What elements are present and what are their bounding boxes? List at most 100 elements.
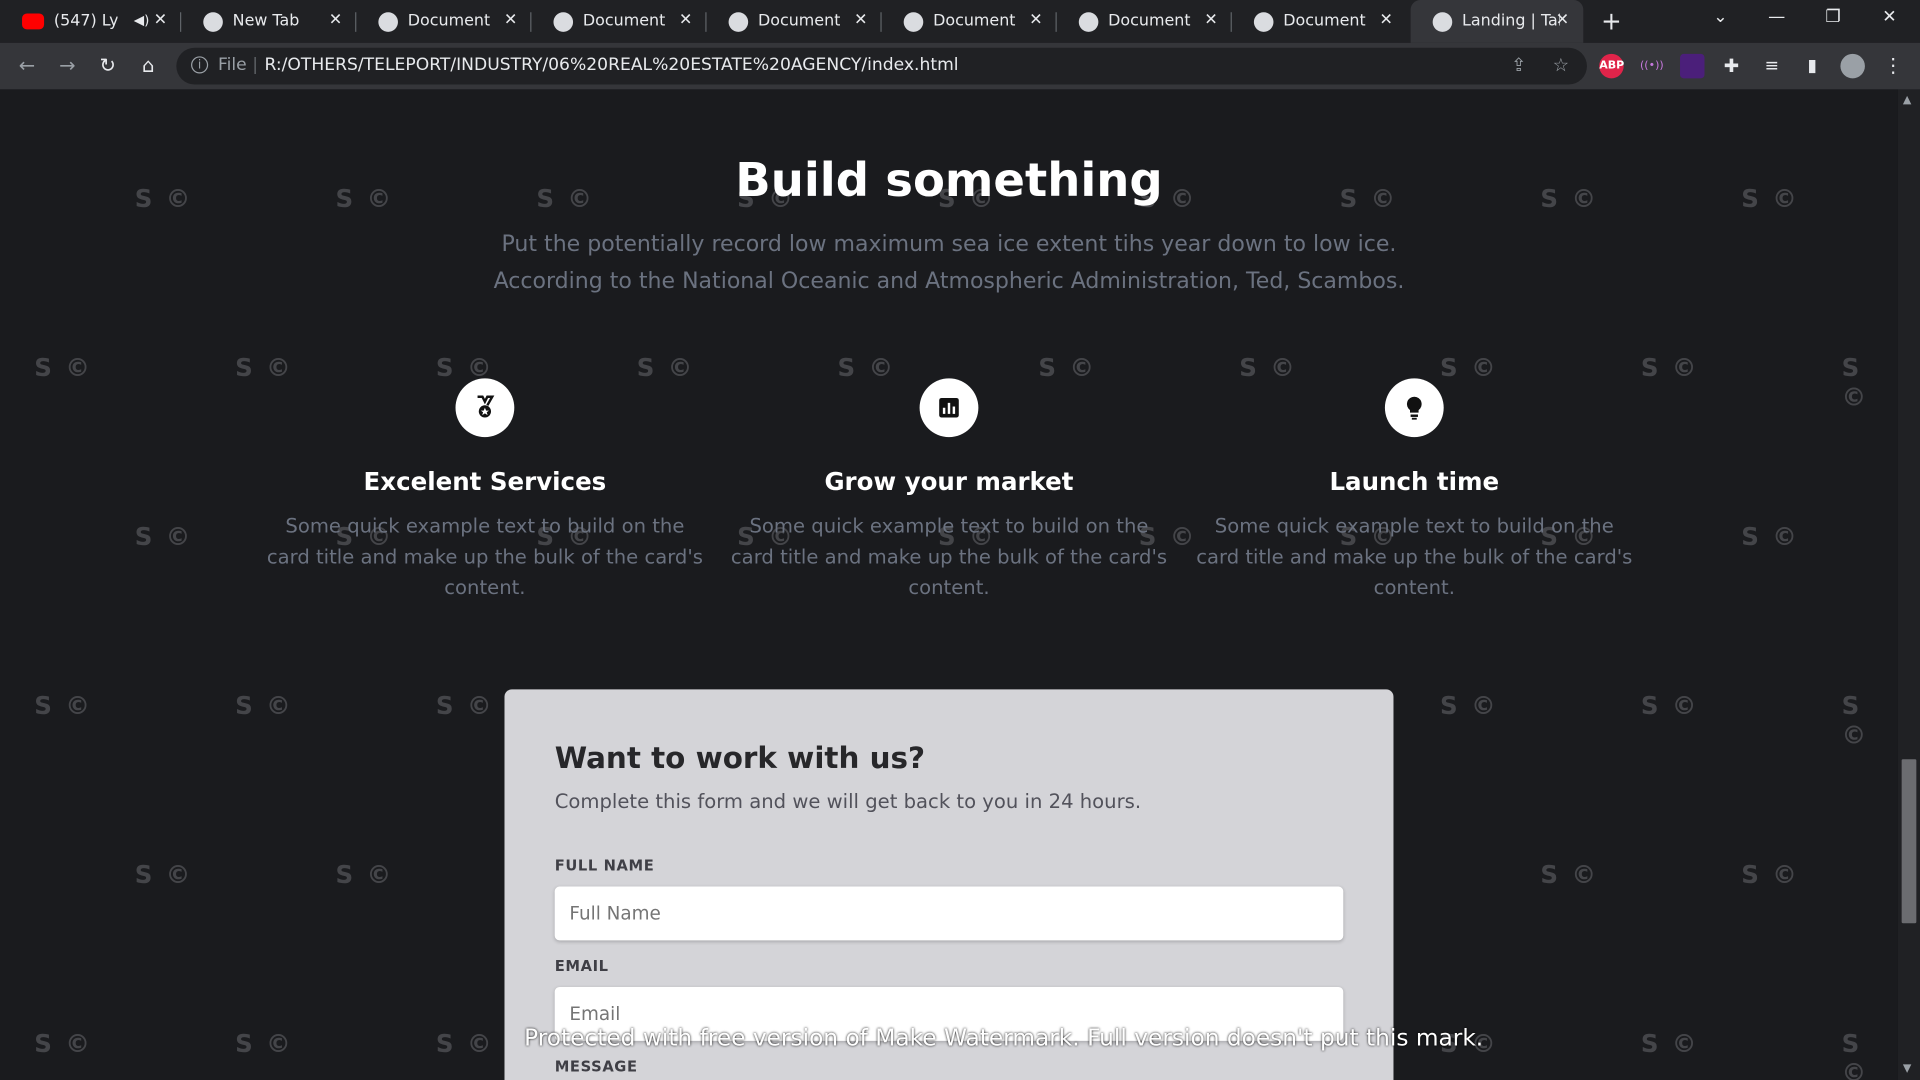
tab-title: Document <box>582 12 666 31</box>
watermark-tile: S © <box>435 690 494 721</box>
tab-title: Document <box>1108 12 1191 31</box>
home-button[interactable]: ⌂ <box>135 53 162 80</box>
full-name-label: FULL NAME <box>554 857 655 875</box>
watermark-tile: S © <box>134 859 193 889</box>
tab-document-3[interactable]: Document ✕ <box>707 0 882 43</box>
page-scrollbar[interactable]: ▲ ▼ <box>1897 89 1920 1080</box>
message-label: MESSAGE <box>554 1057 638 1076</box>
watermark-tile: S © <box>34 352 93 383</box>
tab-landing-active[interactable]: Landing | Tailw ✕ <box>1410 0 1584 43</box>
new-tab-button[interactable]: + <box>1598 7 1625 34</box>
scrollbar-thumb[interactable] <box>1901 759 1917 924</box>
tab-search-icon[interactable]: ⌄ <box>1702 7 1739 27</box>
forward-button[interactable]: → <box>54 53 81 80</box>
globe-icon <box>728 11 749 32</box>
watermark-tile: S © <box>335 859 394 889</box>
close-icon[interactable]: ✕ <box>1202 12 1219 29</box>
tab-title: Document <box>1283 12 1366 31</box>
feature-card-launch: Launch time Some quick example text to b… <box>1194 378 1635 602</box>
contact-form-card: Want to work with us? Complete this form… <box>504 689 1394 1080</box>
address-divider: | <box>252 55 259 75</box>
watermark-tile: S © <box>1741 859 1800 889</box>
form-lead: Complete this form and we will get back … <box>554 789 1142 814</box>
form-title: Want to work with us? <box>554 740 926 776</box>
close-icon[interactable]: ✕ <box>1027 12 1044 29</box>
bookmark-star-icon[interactable]: ☆ <box>1553 54 1569 76</box>
feature-title: Grow your market <box>824 466 1074 496</box>
close-icon[interactable]: ✕ <box>327 12 344 29</box>
tab-title: (547) Lyric <box>53 12 118 31</box>
feature-card-market: Grow your market Some quick example text… <box>729 378 1170 602</box>
tab-strip: (547) Lyric ◀︎) ✕ New Tab ✕ Document ✕ D… <box>0 0 1920 43</box>
globe-icon <box>1078 11 1099 32</box>
abp-icon[interactable]: ABP <box>1599 53 1624 79</box>
medal-icon <box>455 378 515 438</box>
watermark-tile: S © <box>1440 690 1499 721</box>
tab-title: Document <box>933 12 1016 31</box>
feature-text: Some quick example text to build on the … <box>266 514 703 599</box>
watermark-notice: Protected with free version of Make Wate… <box>524 1024 1484 1052</box>
globe-icon <box>903 11 924 32</box>
close-icon[interactable]: ✕ <box>152 12 169 29</box>
scroll-down-icon[interactable]: ▼ <box>1903 1063 1911 1075</box>
lightbulb-icon <box>1384 378 1444 438</box>
watermark-tile: S © <box>1640 690 1699 721</box>
chrome-icon <box>203 11 223 32</box>
radio-icon[interactable]: ((•)) <box>1640 54 1664 78</box>
feature-title: Launch time <box>1329 466 1500 496</box>
tab-title: New Tab <box>232 12 300 31</box>
menu-kebab-icon[interactable]: ⋮ <box>1881 54 1905 78</box>
back-button[interactable]: ← <box>13 53 40 80</box>
watermark-tile: S © <box>1540 859 1599 889</box>
purple-ext-icon[interactable] <box>1680 53 1705 79</box>
watermark-tile: S © <box>1841 352 1869 412</box>
watermark-tile: S © <box>235 690 294 721</box>
globe-icon <box>1253 11 1274 32</box>
tab-title: Landing | Tailw <box>1462 12 1560 31</box>
side-panel-icon[interactable]: ▮ <box>1800 54 1824 78</box>
tab-title: Document <box>407 12 491 31</box>
close-icon[interactable]: ✕ <box>1378 12 1395 29</box>
scheme-label: File <box>217 55 247 75</box>
close-icon[interactable]: ✕ <box>852 12 869 29</box>
close-window-button[interactable]: ✕ <box>1871 7 1908 27</box>
extensions-puzzle-icon[interactable]: ✚ <box>1719 54 1743 78</box>
url-text[interactable]: R:/OTHERS/TELEPORT/INDUSTRY/06%20REAL%20… <box>264 55 958 75</box>
watermark-tile: S © <box>1841 1028 1869 1080</box>
youtube-icon <box>22 13 45 30</box>
close-icon[interactable]: ✕ <box>677 12 694 29</box>
feature-text: Some quick example text to build on the … <box>1196 514 1633 599</box>
full-name-input[interactable] <box>554 886 1344 941</box>
minimize-button[interactable]: — <box>1758 7 1795 27</box>
avatar[interactable] <box>1840 53 1865 79</box>
info-icon[interactable]: i <box>191 56 209 74</box>
browser-toolbar: ← → ↻ ⌂ i File | R:/OTHERS/TELEPORT/INDU… <box>0 42 1920 90</box>
tab-document-4[interactable]: Document ✕ <box>882 0 1057 43</box>
tab-new-tab[interactable]: New Tab ✕ <box>181 0 357 43</box>
globe-icon <box>553 11 574 32</box>
close-icon[interactable]: ✕ <box>502 12 519 29</box>
feature-title: Excelent Services <box>363 466 607 496</box>
scroll-up-icon[interactable]: ▲ <box>1903 94 1911 106</box>
tab-document-2[interactable]: Document ✕ <box>531 0 707 43</box>
tab-document-5[interactable]: Document ✕ <box>1057 0 1232 43</box>
section-title: Build something <box>735 153 1163 207</box>
address-bar[interactable]: i File | R:/OTHERS/TELEPORT/INDUSTRY/06%… <box>176 47 1587 85</box>
reading-list-icon[interactable]: ≡ <box>1760 54 1784 78</box>
tab-youtube[interactable]: (547) Lyric ◀︎) ✕ <box>0 0 182 43</box>
restore-button[interactable]: ❐ <box>1815 7 1852 27</box>
watermark-tile: S © <box>235 1028 294 1058</box>
watermark-tile: S © <box>134 521 193 552</box>
share-icon[interactable]: ⇪ <box>1511 54 1526 76</box>
reload-button[interactable]: ↻ <box>94 53 121 80</box>
section-subtitle: Put the potentially record low maximum s… <box>493 231 1405 294</box>
watermark-tile: S © <box>1640 352 1699 383</box>
watermark-tile: S © <box>1841 690 1869 750</box>
speaker-icon[interactable]: ◀︎) <box>134 12 150 28</box>
globe-icon <box>378 11 398 32</box>
tab-document-6[interactable]: Document ✕ <box>1232 0 1407 43</box>
tab-document-1[interactable]: Document ✕ <box>356 0 532 43</box>
watermark-tile: S © <box>1741 521 1800 552</box>
close-icon[interactable]: ✕ <box>1554 12 1571 29</box>
chart-icon <box>919 378 979 438</box>
